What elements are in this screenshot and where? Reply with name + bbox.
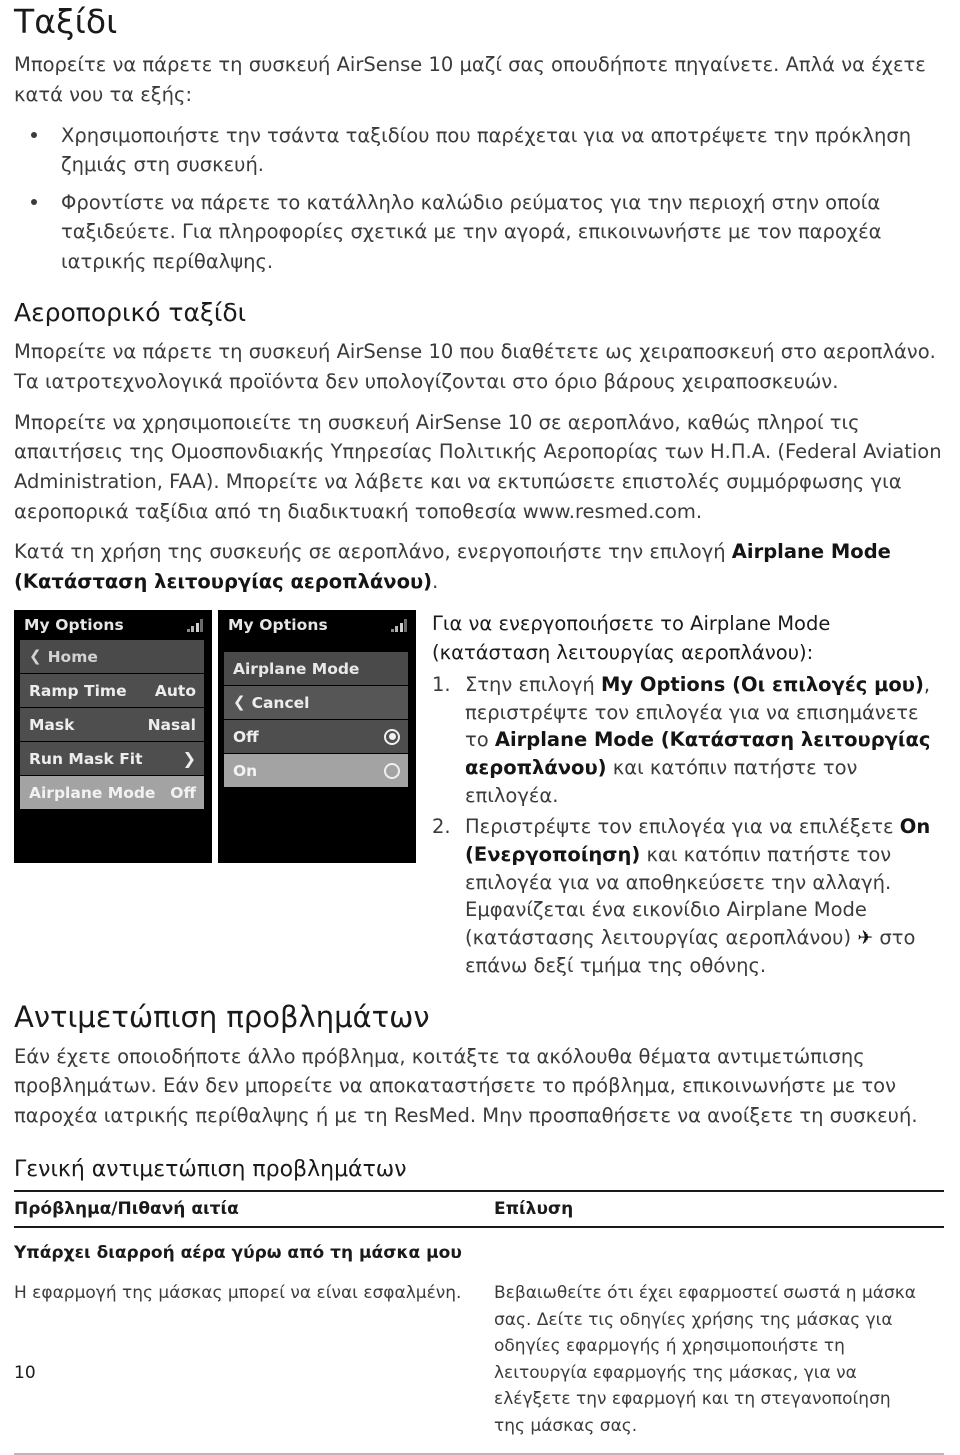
airplane-mode-instruction-prefix: Κατά τη χρήση της συσκευής σε αεροπλάνο,… [14,540,732,564]
document-page: Ταξίδι Μπορείτε να πάρετε τη συσκευή Air… [0,2,960,1455]
lcd-row-ramp-time[interactable]: Ramp Time Auto [20,674,204,708]
troubleshooting-table: Πρόβλημα/Πιθανή αιτία Επίλυση Υπάρχει δι… [14,1189,944,1455]
lcd-menu-rows: Airplane Mode ❮ Cancel Off On [218,640,416,788]
screens-and-steps-block: My Options ❮ Home Ramp Time Auto Mask Nas… [14,610,944,983]
lcd-row-value: Off [170,783,196,802]
lcd-row-label: Cancel [251,693,310,712]
lcd-menu-title: Airplane Mode [224,652,408,686]
chevron-left-icon: ❮ [233,693,246,712]
table-row: Η εφαρμογή της μάσκας μπορεί να είναι εσ… [14,1270,944,1455]
lcd-row-value: Nasal [147,715,196,734]
table-cell-solution: Βεβαιωθείτε ότι έχει εφαρμοστεί σωστά η … [494,1270,944,1455]
chevron-left-icon: ❮ [29,647,42,666]
lcd-row-cancel[interactable]: ❮ Cancel [224,686,408,720]
step-item-1: Στην επιλογή My Options (Οι επιλογές μου… [432,671,944,809]
lcd-header: My Options [218,610,416,641]
air-travel-paragraph-1: Μπορείτε να πάρετε τη συσκευή AirSense 1… [14,340,936,394]
steps-intro: Για να ενεργοποιήσετε το Airplane Mode (… [432,612,831,664]
chevron-right-icon: ❯ [182,748,196,768]
section-heading-air-travel: Αεροπορικό ταξίδι [14,297,247,327]
table-header-problem: Πρόβλημα/Πιθανή αιτία [14,1189,494,1228]
lcd-row-label: Off [233,727,259,746]
lcd-header-title: My Options [24,616,124,635]
lcd-row-home[interactable]: ❮ Home [20,640,204,674]
lcd-menu-title-label: Airplane Mode [233,659,360,678]
lcd-row-label: On [233,761,258,780]
list-item-text: Φροντίστε να πάρετε το κατάλληλο καλώδιο… [61,190,882,274]
lcd-menu-rows: ❮ Home Ramp Time Auto Mask Nasal Run Mask… [14,640,212,810]
device-screen-airplane-mode: My Options Airplane Mode ❮ Cancel Off On [218,610,416,864]
steps-column: Για να ενεργοποιήσετε το Airplane Mode (… [416,610,944,983]
air-travel-paragraph-3: Κατά τη χρήση της συσκευής σε αεροπλάνο,… [14,537,944,596]
lcd-row-run-mask-fit[interactable]: Run Mask Fit ❯ [20,742,204,776]
lcd-row-mask[interactable]: Mask Nasal [20,708,204,742]
list-item: Φροντίστε να πάρετε το κατάλληλο καλώδιο… [14,188,944,277]
step-text: Στην επιλογή [465,672,601,696]
lcd-row-off[interactable]: Off [224,720,408,754]
radio-unselected-icon[interactable] [384,762,400,779]
list-item: Χρησιμοποιήστε την τσάντα ταξιδίου που π… [14,121,944,180]
signal-bars-icon [390,618,407,632]
table-row: Υπάρχει διαρροή αέρα γύρω από τη μάσκα μ… [14,1227,944,1271]
lcd-header-title: My Options [228,616,328,635]
lcd-row-label: Ramp Time [29,681,127,700]
table-head: Πρόβλημα/Πιθανή αιτία Επίλυση [14,1189,944,1228]
lcd-row-on[interactable]: On [224,754,408,788]
airplane-icon: ✈ [857,927,874,950]
airplane-mode-instruction-suffix: . [432,569,439,593]
intro-paragraph: Μπορείτε να πάρετε τη συσκευή AirSense 1… [14,53,926,106]
page-title: Ταξίδι [14,2,118,41]
steps-list: Στην επιλογή My Options (Οι επιλογές μου… [432,671,944,980]
lcd-row-label: Home [47,647,98,666]
step-emphasis: My Options (Οι επιλογές μου) [600,672,924,696]
troubleshooting-section: Αντιμετώπιση προβλημάτων Εάν έχετε οποιο… [14,999,944,1455]
step-text: Περιστρέψτε τον επιλογέα για να επιλέξετ… [465,815,900,839]
table-header-row: Πρόβλημα/Πιθανή αιτία Επίλυση [14,1189,944,1228]
signal-bars-icon [186,618,203,632]
table-cell-problem: Η εφαρμογή της μάσκας μπορεί να είναι εσ… [14,1270,494,1455]
lcd-row-label: Mask [29,715,75,734]
troubleshooting-paragraph: Εάν έχετε οποιοδήποτε άλλο πρόβλημα, κοι… [14,1044,918,1127]
lcd-row-label: Run Mask Fit [29,749,143,768]
intro-bullet-list: Χρησιμοποιήστε την τσάντα ταξιδίου που π… [14,121,944,277]
table-body: Υπάρχει διαρροή αέρα γύρω από τη μάσκα μ… [14,1227,944,1455]
step-item-2: Περιστρέψτε τον επιλογέα για να επιλέξετ… [432,813,944,979]
subsection-heading-general-troubleshooting: Γενική αντιμετώπιση προβλημάτων [14,1156,407,1182]
lcd-row-airplane-mode[interactable]: Airplane Mode Off [20,776,204,810]
page-number: 10 [14,1363,36,1383]
air-travel-paragraph-2: Μπορείτε να χρησιμοποιείτε τη συσκευή Ai… [14,410,942,523]
device-screen-my-options: My Options ❮ Home Ramp Time Auto Mask Nas… [14,610,212,864]
device-screenshots: My Options ❮ Home Ramp Time Auto Mask Nas… [14,610,416,864]
bullet-dot-icon [31,131,37,138]
section-heading-troubleshooting: Αντιμετώπιση προβλημάτων [14,999,430,1034]
table-group-label: Υπάρχει διαρροή αέρα γύρω από τη μάσκα μ… [14,1242,462,1263]
list-item-text: Χρησιμοποιήστε την τσάντα ταξιδίου που π… [61,123,912,177]
lcd-row-value: Auto [154,681,196,700]
radio-selected-icon[interactable] [384,728,400,745]
lcd-row-label: Airplane Mode [29,783,156,802]
lcd-header: My Options [14,610,212,641]
bullet-dot-icon [31,198,37,205]
table-header-solution: Επίλυση [494,1189,944,1228]
